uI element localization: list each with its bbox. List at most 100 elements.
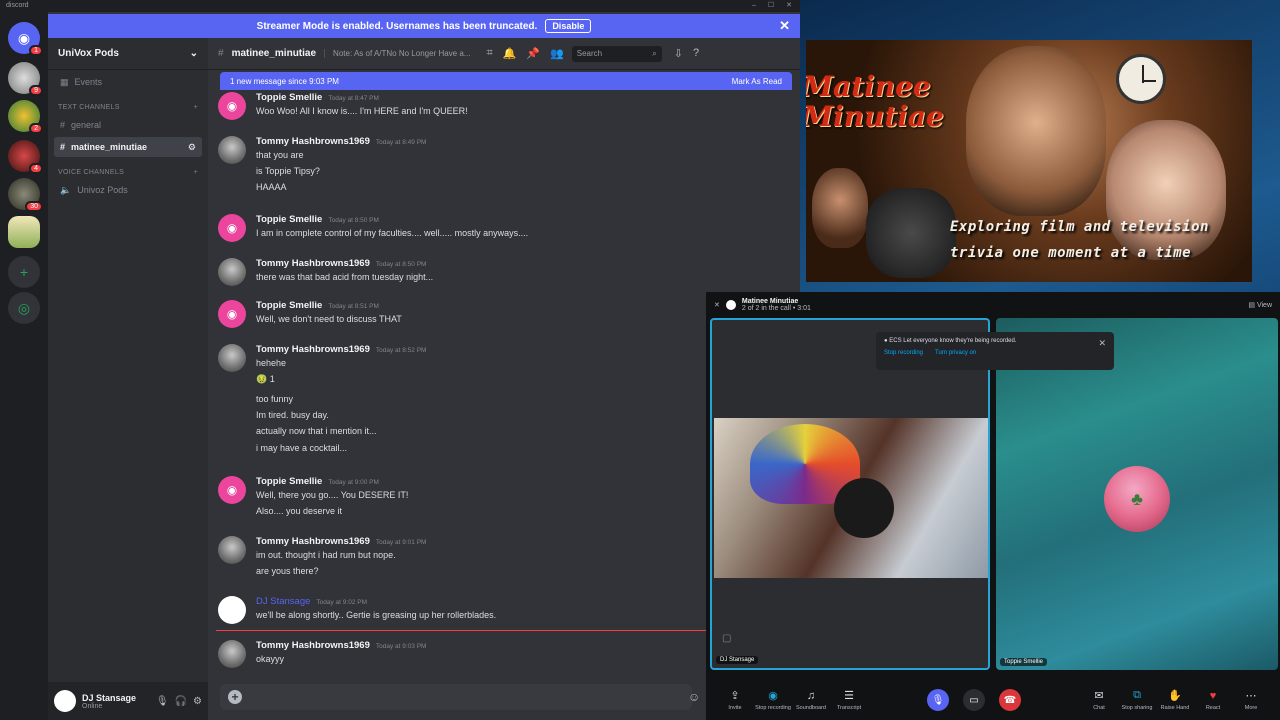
emoji-icon[interactable]: ☺ <box>688 690 700 704</box>
members-icon[interactable]: 👥 <box>550 47 564 60</box>
streamer-mode-banner: Streamer Mode is enabled. Usernames has … <box>48 14 800 38</box>
server-icon[interactable]: 2 <box>8 100 43 134</box>
settings-icon[interactable]: ⚙ <box>188 142 196 153</box>
avatar[interactable] <box>218 344 246 372</box>
help-icon[interactable]: ? <box>693 47 699 60</box>
author-name[interactable]: Tommy Hashbrowns1969 <box>256 640 370 651</box>
author-name[interactable]: DJ Stansage <box>256 596 310 607</box>
server-header[interactable]: UniVox Pods ⌄ <box>48 38 208 70</box>
category-label: VOICE CHANNELS <box>58 169 125 176</box>
threads-icon[interactable]: ⌗ <box>486 47 492 60</box>
timestamp: Today at 8:49 PM <box>375 139 427 146</box>
discord-home-icon[interactable]: ◉ 1 <box>8 22 43 56</box>
avatar[interactable] <box>218 596 246 624</box>
transcript-button[interactable]: ☰ Transcript <box>830 689 868 711</box>
stop-recording-link[interactable]: Stop recording <box>884 350 923 356</box>
voice-channel[interactable]: 🔈 Univoz Pods <box>54 180 202 200</box>
screen-share-icon[interactable]: ▢ <box>722 633 731 644</box>
toolbar-label: Stop sharing <box>1121 705 1153 711</box>
close-window-icon[interactable]: ✕ <box>786 0 792 12</box>
search-input[interactable]: Search ⌕ <box>571 45 662 62</box>
message-text: actually now that i mention it... <box>256 426 377 436</box>
camera-toggle-icon[interactable]: ▭ <box>963 689 985 711</box>
bell-icon[interactable]: 🔔 <box>503 47 517 60</box>
pin-icon[interactable]: 📌 <box>526 47 540 60</box>
avatar[interactable] <box>218 536 246 564</box>
participant-name: Toppie Smellie <box>1000 658 1048 666</box>
avatar[interactable]: ◉ <box>218 476 246 504</box>
raise-hand-button[interactable]: ✋ Raise Hand <box>1156 689 1194 711</box>
leave-call-icon[interactable]: ☎ <box>999 689 1021 711</box>
server-icon[interactable]: 4 <box>8 140 43 174</box>
author-name[interactable]: Tommy Hashbrowns1969 <box>256 136 370 147</box>
author-name[interactable]: Toppie Smellie <box>256 476 322 487</box>
category-voice[interactable]: VOICE CHANNELS + <box>48 159 208 178</box>
inbox-icon[interactable]: ⇩ <box>674 47 683 60</box>
message-text: Woo Woo! All I know is.... I'm HERE and … <box>256 106 468 116</box>
add-channel-icon[interactable]: + <box>194 169 198 176</box>
participant-tile[interactable]: ♣ Toppie Smellie <box>996 318 1278 670</box>
avatar[interactable] <box>54 690 76 712</box>
events-item[interactable]: ▦ Events <box>54 72 202 92</box>
video-player[interactable]: Matinee Minutiae Exploring film and telev… <box>806 40 1252 282</box>
chat-button[interactable]: ✉ Chat <box>1080 689 1118 711</box>
add-attachment-icon[interactable]: + <box>228 690 242 704</box>
close-icon[interactable]: ✕ <box>779 18 790 34</box>
microphone-icon[interactable]: 🎙 <box>156 696 169 707</box>
more-button[interactable]: ⋯ More <box>1232 689 1270 711</box>
channel-matinee-minutiae[interactable]: # matinee_minutiae ⚙ <box>54 137 202 157</box>
heart-icon: ♥ <box>1209 689 1217 702</box>
privacy-link[interactable]: Turn privacy on <box>935 350 976 356</box>
close-call-icon[interactable]: ✕ <box>714 301 720 309</box>
univox-server-icon[interactable] <box>8 216 40 248</box>
message-text: we'll be along shortly.. Gertie is greas… <box>256 610 497 620</box>
author-name[interactable]: Toppie Smellie <box>256 92 322 103</box>
soundboard-button[interactable]: ♫ Soundboard <box>792 690 830 711</box>
timestamp: Today at 9:02 PM <box>316 599 367 606</box>
avatar[interactable] <box>218 640 246 668</box>
message-input[interactable] <box>252 692 684 702</box>
timestamp: Today at 9:01 PM <box>375 539 427 546</box>
channel-label: matinee_minutiae <box>71 142 148 152</box>
stop-sharing-button[interactable]: ⧉ Stop sharing <box>1118 689 1156 711</box>
category-text[interactable]: TEXT CHANNELS + <box>48 94 208 113</box>
author-name[interactable]: Tommy Hashbrowns1969 <box>256 536 370 547</box>
server-icon[interactable]: 30 <box>8 178 43 212</box>
explore-icon[interactable]: ◎ <box>8 292 40 324</box>
author-name[interactable]: Tommy Hashbrowns1969 <box>256 258 370 269</box>
call-subtitle: 2 of 2 in the call • 3:01 <box>741 305 811 312</box>
reaction[interactable]: 🤢 1 <box>256 374 275 385</box>
close-icon[interactable]: ✕ <box>1098 338 1106 349</box>
call-header: ✕ Matinee Minutiae 2 of 2 in the call • … <box>706 292 1280 318</box>
avatar[interactable]: ◉ <box>218 300 246 328</box>
stop-recording-button[interactable]: ◉ Stop recording <box>754 689 792 711</box>
channel-topic[interactable]: Note: As of A/TNo No Longer Have a... <box>324 49 470 58</box>
add-server-icon[interactable]: + <box>8 256 40 288</box>
headphones-icon[interactable]: 🎧 <box>175 696 187 707</box>
disable-button[interactable]: Disable <box>545 19 592 33</box>
view-button[interactable]: ▤ View <box>1248 301 1272 309</box>
avatar[interactable] <box>218 136 246 164</box>
maximize-icon[interactable]: ☐ <box>768 0 774 12</box>
author-name[interactable]: Toppie Smellie <box>256 214 322 225</box>
avatar[interactable]: ◉ <box>218 214 246 242</box>
window-title: discord <box>6 2 29 9</box>
microphone-toggle-icon[interactable]: 🎙 <box>927 689 949 711</box>
avatar[interactable] <box>218 258 246 286</box>
minimize-icon[interactable]: – <box>752 0 756 12</box>
view-label: View <box>1256 302 1272 309</box>
mark-as-read-button[interactable]: Mark As Read <box>732 77 782 86</box>
server-icon[interactable]: 9 <box>8 62 43 96</box>
message-text: too funny <box>256 394 294 404</box>
author-name[interactable]: Toppie Smellie <box>256 300 322 311</box>
participant-tile[interactable]: ▢ DJ Stansage <box>710 318 990 670</box>
new-message-divider <box>216 630 706 631</box>
gear-icon[interactable]: ⚙ <box>193 696 202 707</box>
avatar[interactable]: ◉ <box>218 92 246 120</box>
category-label: TEXT CHANNELS <box>58 104 120 111</box>
react-button[interactable]: ♥ React <box>1194 690 1232 711</box>
author-name[interactable]: Tommy Hashbrowns1969 <box>256 344 370 355</box>
invite-button[interactable]: ⇪ Invite <box>716 689 754 711</box>
channel-general[interactable]: # general <box>54 115 202 135</box>
add-channel-icon[interactable]: + <box>194 104 198 111</box>
